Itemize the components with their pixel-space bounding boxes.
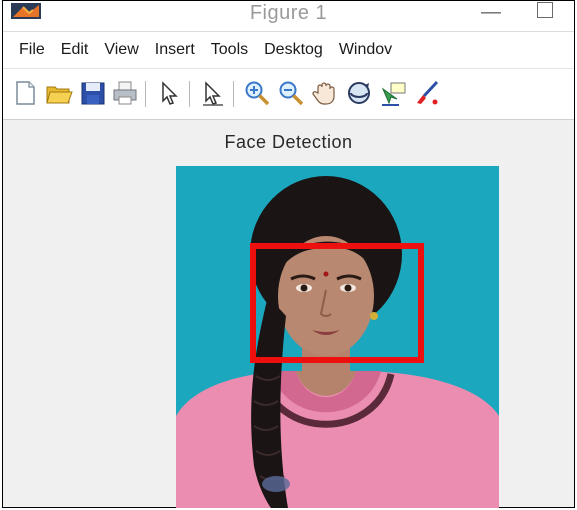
maximize-button[interactable]	[537, 2, 553, 18]
pan-icon[interactable]	[311, 79, 339, 107]
minimize-button[interactable]: —	[481, 2, 501, 22]
toolbar-separator	[145, 81, 146, 107]
menu-tools[interactable]: Tools	[205, 41, 254, 59]
menu-desktop[interactable]: Desktog	[258, 41, 329, 59]
toolbar-separator	[189, 81, 190, 107]
rotate-3d-icon[interactable]	[345, 79, 373, 107]
menu-view[interactable]: View	[98, 41, 144, 59]
print-icon[interactable]	[111, 79, 139, 107]
save-icon[interactable]	[79, 79, 107, 107]
face-detection-box	[250, 243, 424, 363]
menu-bar: File Edit View Insert Tools Desktog Wind…	[3, 32, 574, 69]
zoom-out-icon[interactable]	[277, 79, 305, 107]
edit-plot-icon[interactable]	[199, 79, 227, 107]
menu-edit[interactable]: Edit	[55, 41, 95, 59]
menu-insert[interactable]: Insert	[149, 41, 201, 59]
brush-icon[interactable]	[413, 79, 441, 107]
zoom-in-icon[interactable]	[243, 79, 271, 107]
data-cursor-icon[interactable]	[379, 79, 407, 107]
figure-toolbar	[3, 69, 574, 120]
title-bar: Figure 1 —	[3, 1, 574, 32]
new-figure-icon[interactable]	[11, 79, 39, 107]
menu-window[interactable]: Windov	[333, 41, 398, 59]
menu-file[interactable]: File	[13, 41, 51, 59]
pointer-icon[interactable]	[155, 79, 183, 107]
axes-title: Face Detection	[224, 132, 353, 152]
open-file-icon[interactable]	[45, 79, 73, 107]
toolbar-separator	[233, 81, 234, 107]
